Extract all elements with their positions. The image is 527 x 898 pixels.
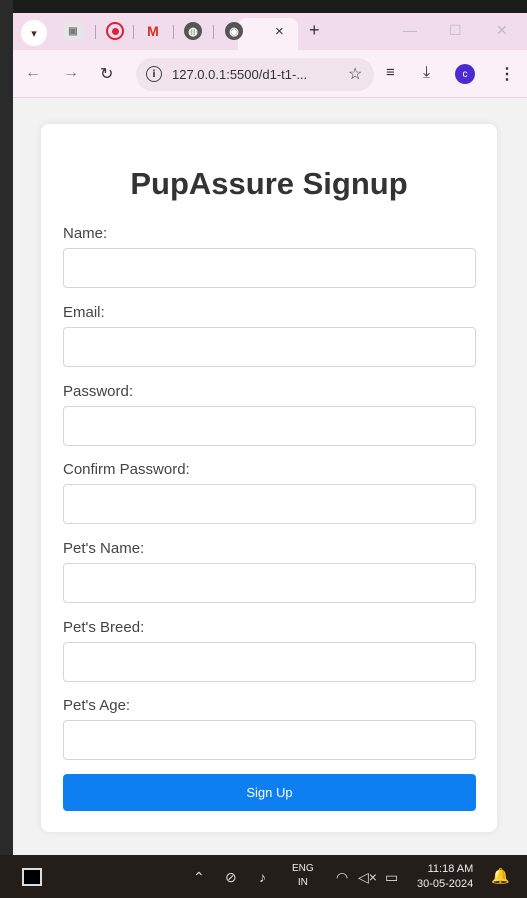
tab-separator bbox=[95, 25, 96, 39]
close-tab-icon[interactable]: × bbox=[275, 23, 284, 40]
password-label: Password: bbox=[63, 383, 134, 400]
email-field[interactable] bbox=[63, 327, 476, 367]
page-title: PupAssure Signup bbox=[130, 166, 408, 201]
confirm-password-label: Confirm Password: bbox=[63, 461, 190, 478]
close-window-icon[interactable]: ✕ bbox=[496, 22, 508, 39]
tab-strip: ▾ ▣ M ◍ ◉ × + — ☐ ✕ bbox=[13, 13, 527, 50]
browser-toolbar: ← → ↻ i 127.0.0.1:5500/d1-t1-... ☆ ≡ ⤓ c… bbox=[13, 50, 527, 98]
microphone-icon[interactable]: ♪ bbox=[259, 869, 266, 885]
chevron-up-icon[interactable]: ⌃ bbox=[193, 869, 205, 886]
chrome-icon[interactable]: ◉ bbox=[225, 22, 243, 40]
globe-icon[interactable]: ◍ bbox=[184, 22, 202, 40]
address-bar[interactable]: i 127.0.0.1:5500/d1-t1-... ☆ bbox=[136, 58, 374, 91]
pet-breed-field[interactable] bbox=[63, 642, 476, 682]
desktop-edge bbox=[0, 0, 13, 855]
new-tab-button[interactable]: + bbox=[309, 20, 320, 41]
screen: ▾ ▣ M ◍ ◉ × + — ☐ ✕ ← → ↻ i 127.0.0.1:55… bbox=[0, 0, 527, 898]
language-code: ENG bbox=[292, 863, 314, 874]
windows-taskbar: ⌃ ⊘ ♪ ENG IN ◠ ◁× ▭ 11:18 AM 30-05-2024 … bbox=[0, 855, 527, 898]
language-region: IN bbox=[297, 877, 308, 888]
tab-separator bbox=[173, 25, 174, 39]
url-text: 127.0.0.1:5500/d1-t1-... bbox=[172, 67, 308, 82]
tab-separator bbox=[133, 25, 134, 39]
language-indicator[interactable]: ENG IN bbox=[292, 862, 314, 890]
page-viewport: PupAssure Signup Name: Email: Password: … bbox=[13, 98, 527, 855]
record-icon[interactable] bbox=[106, 22, 124, 40]
tab-search-button[interactable]: ▾ bbox=[21, 20, 47, 46]
forward-icon[interactable]: → bbox=[63, 64, 79, 82]
maximize-icon[interactable]: ☐ bbox=[449, 22, 462, 39]
more-menu-icon[interactable]: ⋮ bbox=[499, 64, 515, 84]
generic-page-icon[interactable]: ▣ bbox=[64, 22, 82, 40]
signup-card: PupAssure Signup Name: Email: Password: … bbox=[41, 124, 497, 832]
tab-active[interactable] bbox=[238, 18, 298, 50]
reload-icon[interactable]: ↻ bbox=[100, 64, 113, 84]
camera-off-icon[interactable]: ⊘ bbox=[225, 869, 237, 886]
pet-name-field[interactable] bbox=[63, 563, 476, 603]
tab-separator bbox=[213, 25, 214, 39]
pet-age-field[interactable] bbox=[63, 720, 476, 760]
wifi-icon[interactable]: ◠ bbox=[336, 869, 348, 886]
back-icon[interactable]: ← bbox=[25, 64, 41, 82]
speaker-muted-icon[interactable]: ◁× bbox=[358, 869, 377, 886]
bookmark-star-icon[interactable]: ☆ bbox=[348, 64, 362, 84]
site-info-icon[interactable]: i bbox=[146, 66, 162, 82]
profile-avatar[interactable]: c bbox=[455, 64, 475, 84]
email-label: Email: bbox=[63, 304, 105, 321]
reading-list-icon[interactable]: ≡ bbox=[386, 64, 395, 81]
password-field[interactable] bbox=[63, 406, 476, 446]
clock-date: 30-05-2024 bbox=[417, 878, 474, 890]
pet-breed-label: Pet's Breed: bbox=[63, 619, 145, 636]
notification-bell-icon[interactable]: 🔔 bbox=[491, 867, 510, 885]
pet-name-label: Pet's Name: bbox=[63, 540, 145, 557]
clock[interactable]: 11:18 AM 30-05-2024 bbox=[417, 862, 473, 892]
clock-time: 11:18 AM bbox=[427, 863, 474, 875]
pet-age-label: Pet's Age: bbox=[63, 697, 131, 714]
terminal-app-icon[interactable] bbox=[22, 868, 42, 886]
sign-up-button[interactable]: Sign Up bbox=[63, 774, 476, 811]
name-field[interactable] bbox=[63, 248, 476, 288]
name-label: Name: bbox=[63, 225, 108, 242]
battery-icon[interactable]: ▭ bbox=[385, 869, 398, 886]
minimize-icon[interactable]: — bbox=[403, 22, 417, 38]
download-icon[interactable]: ⤓ bbox=[423, 64, 430, 82]
confirm-password-field[interactable] bbox=[63, 484, 476, 524]
gmail-icon[interactable]: M bbox=[144, 22, 162, 40]
